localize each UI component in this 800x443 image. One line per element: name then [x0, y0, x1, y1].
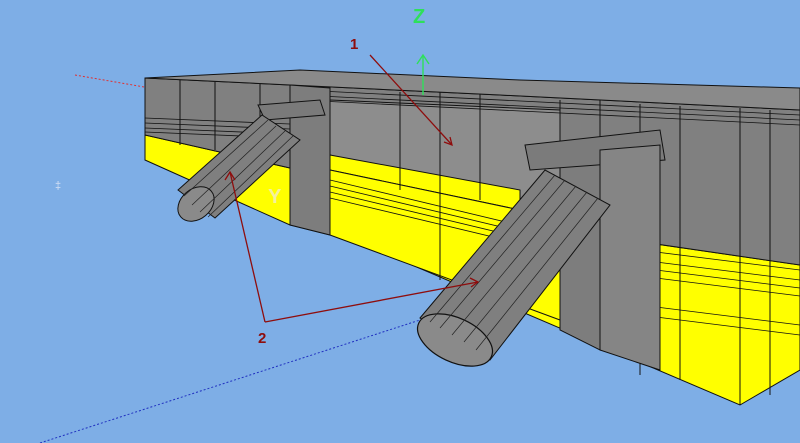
x-axis-line	[74, 74, 151, 89]
3d-viewport[interactable]: Z Y 1 2 ‡	[0, 0, 800, 443]
cursor-hint-icon: ‡	[55, 180, 62, 192]
y-axis-line	[39, 319, 421, 443]
callout-1-label: 1	[350, 36, 359, 53]
right-column-side	[599, 144, 661, 371]
cad-scene[interactable]	[0, 0, 800, 443]
callout-2-label: 2	[258, 330, 267, 347]
z-axis-label: Z	[413, 6, 426, 28]
y-axis-label: Y	[268, 186, 282, 208]
